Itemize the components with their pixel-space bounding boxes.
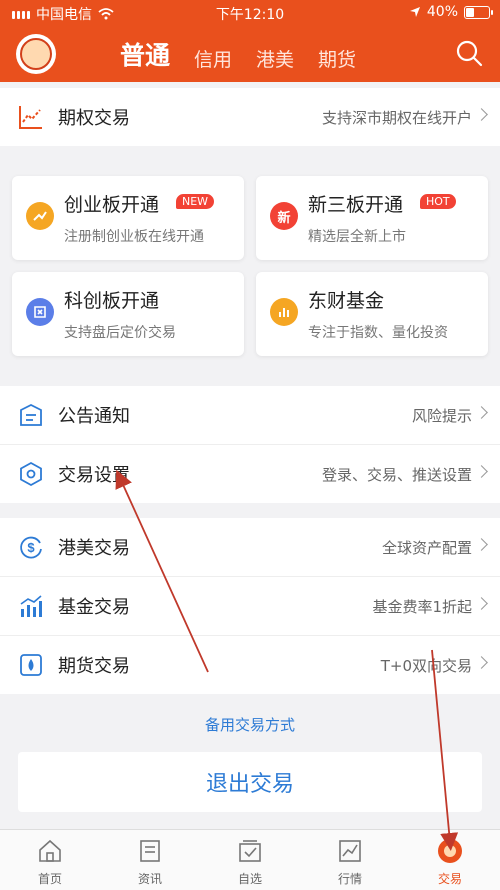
settings-card: 公告通知 风险提示 交易设置 登录、交易、推送设置 bbox=[0, 386, 500, 503]
options-chart-icon bbox=[19, 106, 42, 129]
battery-percent: 40% bbox=[426, 4, 458, 20]
row-title: 基金交易 bbox=[58, 597, 130, 618]
trade-mascot-icon bbox=[438, 839, 462, 863]
tile-desc: 专注于指数、量化投资 bbox=[308, 325, 448, 341]
fund-chart-icon bbox=[270, 298, 298, 326]
tile-title: 新三板开通 bbox=[308, 194, 404, 216]
feature-grid: 创业板开通 NEW 注册制创业板在线开通 新 新三板开通 HOT 精选层全新上市… bbox=[0, 162, 500, 368]
trend-icon bbox=[26, 202, 54, 230]
kechuang-icon bbox=[26, 298, 54, 326]
battery-icon bbox=[464, 5, 493, 19]
tab-normal[interactable]: 普通 bbox=[120, 36, 170, 72]
tile-desc: 支持盘后定价交易 bbox=[64, 325, 176, 341]
row-title: 期货交易 bbox=[58, 656, 130, 677]
row-subtitle: 基金费率1折起 bbox=[372, 597, 472, 616]
row-subtitle: 支持深市期权在线开户 bbox=[321, 108, 472, 127]
announcement-row[interactable]: 公告通知 风险提示 bbox=[0, 386, 500, 445]
tab-credit[interactable]: 信用 bbox=[194, 45, 232, 72]
tab-hk-us[interactable]: 港美 bbox=[256, 45, 294, 72]
dollar-cycle-icon: $ bbox=[20, 536, 42, 559]
tab-futures[interactable]: 期货 bbox=[318, 45, 356, 72]
chevron-right-icon bbox=[475, 538, 488, 551]
news-icon bbox=[140, 840, 160, 862]
backup-trading-link[interactable]: 备用交易方式 bbox=[0, 714, 500, 735]
tabbar-trade[interactable]: 交易 bbox=[400, 830, 500, 890]
chevron-right-icon bbox=[475, 597, 488, 610]
new-badge: NEW bbox=[176, 194, 215, 209]
tabbar-news[interactable]: 资讯 bbox=[100, 830, 200, 890]
tabbar-home[interactable]: 首页 bbox=[0, 830, 100, 890]
options-trading-row[interactable]: 期权交易 支持深市期权在线开户 bbox=[0, 88, 500, 146]
trade-settings-row[interactable]: 交易设置 登录、交易、推送设置 bbox=[0, 445, 500, 503]
bottom-tab-bar: 首页 资讯 自选 行情 交易 bbox=[0, 829, 500, 890]
tabbar-market[interactable]: 行情 bbox=[300, 830, 400, 890]
search-icon[interactable] bbox=[454, 38, 484, 68]
tile-title: 科创板开通 bbox=[64, 290, 160, 312]
chevron-right-icon bbox=[475, 108, 488, 121]
bar-trend-icon bbox=[20, 595, 42, 617]
tabbar-label: 自选 bbox=[237, 872, 262, 886]
tabbar-label: 资讯 bbox=[137, 872, 162, 886]
tile-title: 东财基金 bbox=[308, 290, 385, 312]
tile-star-market[interactable]: 科创板开通 支持盘后定价交易 bbox=[12, 272, 244, 356]
tabbar-label: 交易 bbox=[437, 872, 462, 886]
futures-trading-row[interactable]: 期货交易 T+0双向交易 bbox=[0, 636, 500, 694]
watchlist-box-icon bbox=[239, 840, 261, 862]
svg-text:$: $ bbox=[27, 540, 35, 555]
tabbar-watchlist[interactable]: 自选 bbox=[200, 830, 300, 890]
futures-drop-icon bbox=[20, 654, 42, 676]
tabbar-label: 行情 bbox=[337, 872, 362, 886]
notice-icon bbox=[20, 403, 42, 426]
exit-trading-button[interactable]: 退出交易 bbox=[18, 752, 482, 812]
avatar[interactable] bbox=[16, 34, 56, 74]
hk-us-trading-row[interactable]: $ 港美交易 全球资产配置 bbox=[0, 518, 500, 577]
tabbar-label: 首页 bbox=[37, 872, 62, 886]
tile-east-fund[interactable]: 东财基金 专注于指数、量化投资 bbox=[256, 272, 488, 356]
fund-trading-row[interactable]: 基金交易 基金费率1折起 bbox=[0, 577, 500, 636]
trading-card: $ 港美交易 全球资产配置 基金交易 基金费率1折起 期货交易 T+0双向交易 bbox=[0, 518, 500, 694]
status-bar: 中国电信 下午12:10 40% bbox=[0, 0, 500, 26]
home-icon bbox=[39, 839, 61, 862]
app-header: 中国电信 下午12:10 40% 普通 信用 港美 期货 bbox=[0, 0, 500, 82]
row-subtitle: 登录、交易、推送设置 bbox=[321, 465, 472, 484]
hot-badge: HOT bbox=[420, 194, 456, 209]
tile-chinext[interactable]: 创业板开通 NEW 注册制创业板在线开通 bbox=[12, 176, 244, 260]
row-title: 港美交易 bbox=[58, 538, 130, 559]
row-title: 期权交易 bbox=[58, 108, 130, 129]
location-icon bbox=[409, 7, 420, 17]
chevron-right-icon bbox=[475, 656, 488, 669]
new-board-icon: 新 bbox=[270, 202, 298, 230]
top-nav: 普通 信用 港美 期货 bbox=[0, 28, 500, 80]
tile-title: 创业板开通 bbox=[64, 194, 160, 216]
row-subtitle: 全球资产配置 bbox=[381, 538, 472, 557]
tile-desc: 精选层全新上市 bbox=[308, 229, 406, 245]
row-title: 交易设置 bbox=[58, 465, 130, 486]
row-subtitle: 风险提示 bbox=[411, 406, 472, 425]
tile-neeq[interactable]: 新 新三板开通 HOT 精选层全新上市 bbox=[256, 176, 488, 260]
chevron-right-icon bbox=[475, 465, 488, 478]
account-tabs: 普通 信用 港美 期货 bbox=[120, 36, 356, 72]
chevron-right-icon bbox=[475, 406, 488, 419]
row-title: 公告通知 bbox=[58, 406, 130, 427]
row-subtitle: T+0双向交易 bbox=[380, 656, 472, 675]
options-card: 期权交易 支持深市期权在线开户 bbox=[0, 88, 500, 146]
tile-desc: 注册制创业板在线开通 bbox=[64, 229, 204, 245]
market-chart-icon bbox=[339, 840, 361, 862]
settings-hexagon-icon bbox=[20, 461, 42, 487]
